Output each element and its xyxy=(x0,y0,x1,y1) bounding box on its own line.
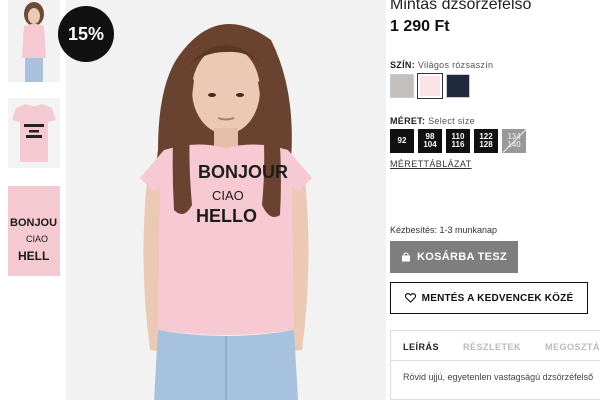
favorite-label: MENTÉS A KEDVENCEK KÖZÉ xyxy=(421,292,574,304)
thumbnail-2[interactable] xyxy=(8,98,60,168)
thumbnail-3[interactable]: BONJOU CIAO HELL xyxy=(8,186,60,276)
tab-bar: LEÍRÁS RÉSZLETEK MEGOSZTÁ xyxy=(391,331,600,361)
shirt-print-line-1: BONJOUR xyxy=(198,162,288,182)
description-text: Rövid ujjú, egyetenlen vastagságú dzsörz… xyxy=(403,372,594,382)
thumbnail-3-image: BONJOU CIAO HELL xyxy=(8,186,60,276)
add-to-cart-label: KOSÁRBA TESZ xyxy=(417,251,507,263)
size-label: MÉRET: xyxy=(390,116,426,126)
tab-share[interactable]: MEGOSZTÁ xyxy=(545,331,600,352)
tab-details[interactable]: RÉSZLETEK xyxy=(463,331,521,352)
svg-text:BONJOU: BONJOU xyxy=(10,217,57,229)
color-value: Világos rózsaszín xyxy=(417,60,494,70)
color-swatch-navy[interactable] xyxy=(446,74,470,98)
size-option-bottom: 116 xyxy=(451,140,465,149)
size-options: 92 98 104 110 116 122 128 134 140 xyxy=(390,129,526,153)
shirt-print-line-3: HELLO xyxy=(196,206,257,226)
heart-icon xyxy=(404,293,416,303)
delivery-info: Kézbesítés: 1-3 munkanap xyxy=(390,225,498,235)
color-label-row: SZÍN: Világos rózsaszín xyxy=(390,60,493,70)
size-label-row: MÉRET: Select size xyxy=(390,116,475,126)
thumbnail-1-image xyxy=(8,0,60,82)
size-guide-link[interactable]: MÉRETTÁBLÁZAT xyxy=(390,159,472,169)
thumbnail-2-image xyxy=(8,98,60,168)
svg-text:HELL: HELL xyxy=(18,249,49,263)
thumbnail-strip: BONJOU CIAO HELL xyxy=(0,0,62,400)
product-photo: BONJOUR CIAO HELLO xyxy=(66,0,386,400)
color-swatch-light-pink[interactable] xyxy=(417,73,443,99)
size-option-bottom: 128 xyxy=(479,140,493,149)
svg-text:CIAO: CIAO xyxy=(26,234,48,244)
discount-badge: 15% xyxy=(58,6,114,62)
product-details-tabs: LEÍRÁS RÉSZLETEK MEGOSZTÁ Rövid ujjú, eg… xyxy=(390,330,600,400)
product-title: Mintás dzsörzéfelső xyxy=(390,0,532,13)
size-option-bottom: 104 xyxy=(423,140,437,149)
size-option-bottom: 140 xyxy=(507,140,521,149)
size-option-98-104[interactable]: 98 104 xyxy=(418,129,442,153)
size-option-134-140[interactable]: 134 140 xyxy=(502,129,526,153)
add-to-cart-button[interactable]: KOSÁRBA TESZ xyxy=(390,241,518,273)
save-to-favorites-button[interactable]: MENTÉS A KEDVENCEK KÖZÉ xyxy=(390,282,588,314)
size-option-122-128[interactable]: 122 128 xyxy=(474,129,498,153)
product-info-panel: Mintás dzsörzéfelső 1 290 Ft SZÍN: Világ… xyxy=(390,0,600,400)
shopping-bag-icon xyxy=(402,252,410,262)
main-product-image[interactable]: BONJOUR CIAO HELLO xyxy=(66,0,386,400)
size-option-top: 92 xyxy=(397,136,407,145)
color-swatch-grey[interactable] xyxy=(390,74,414,98)
size-value: Select size xyxy=(428,116,475,126)
size-option-92[interactable]: 92 xyxy=(390,129,414,153)
tab-description[interactable]: LEÍRÁS xyxy=(403,331,439,352)
thumbnail-1[interactable] xyxy=(8,0,60,82)
size-option-110-116[interactable]: 110 116 xyxy=(446,129,470,153)
product-price: 1 290 Ft xyxy=(390,18,450,35)
shirt-print-line-2: CIAO xyxy=(212,188,244,203)
color-label: SZÍN: xyxy=(390,60,415,70)
color-swatches xyxy=(390,73,470,99)
